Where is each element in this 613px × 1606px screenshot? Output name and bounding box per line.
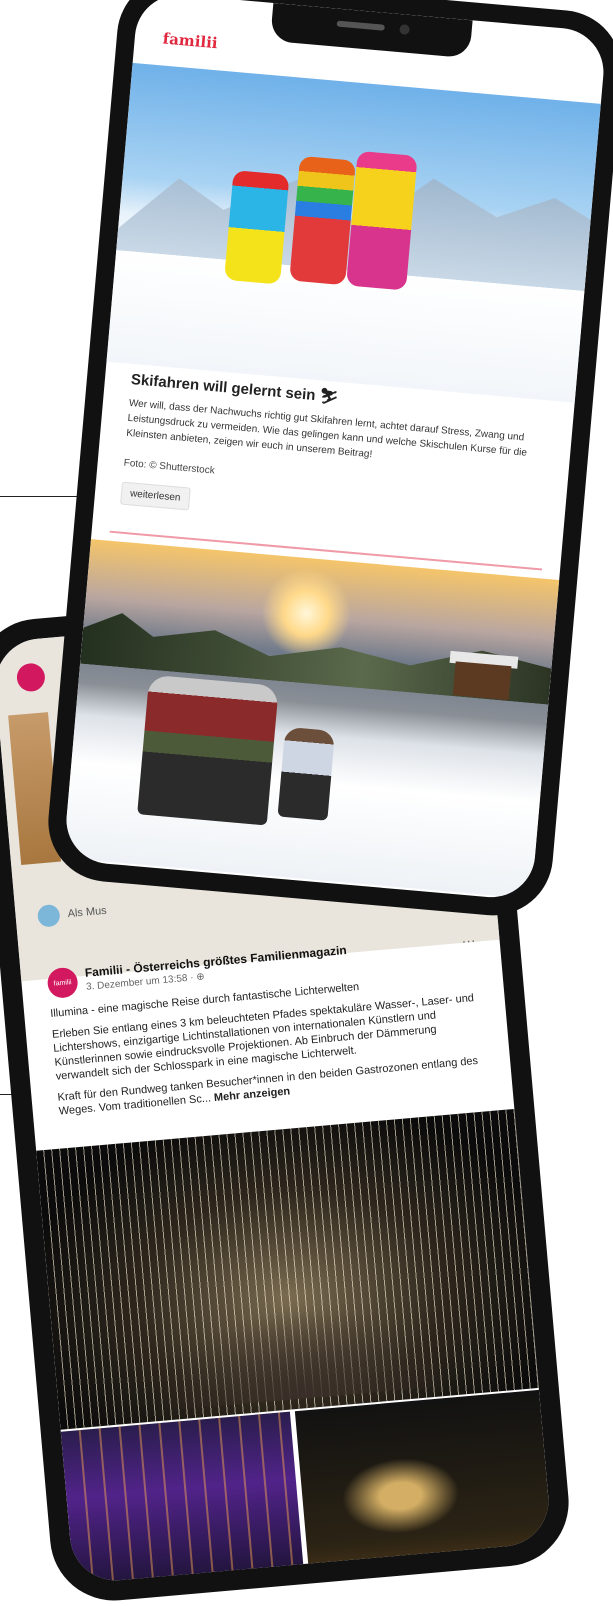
read-more-button[interactable]: weiterlesen bbox=[120, 481, 191, 511]
image-hut bbox=[452, 661, 512, 701]
avatar-label: familii bbox=[53, 978, 72, 988]
image-people-group bbox=[137, 674, 279, 826]
image-child-1 bbox=[224, 170, 290, 285]
more-options-icon[interactable]: ··· bbox=[461, 932, 476, 949]
comment-placeholder[interactable]: Als Mus bbox=[67, 905, 107, 920]
post-avatar[interactable]: familii bbox=[46, 966, 79, 1000]
front-phone-screen: familii Skifahren will gelernt sein ⛷ We… bbox=[62, 0, 608, 901]
image-child-2 bbox=[289, 155, 356, 286]
user-avatar bbox=[36, 903, 61, 928]
photo-credit: Foto: © Shutterstock bbox=[123, 457, 216, 477]
image-child-3 bbox=[346, 150, 418, 291]
globe-icon: ⊕ bbox=[195, 971, 206, 984]
camera-icon bbox=[399, 24, 410, 35]
phone-notch bbox=[270, 2, 473, 59]
familii-logo[interactable]: familii bbox=[162, 29, 218, 52]
front-phone: familii Skifahren will gelernt sein ⛷ We… bbox=[43, 0, 613, 921]
post-image-right[interactable] bbox=[295, 1389, 553, 1581]
skier-icon: ⛷ bbox=[318, 387, 340, 407]
post-image-left[interactable] bbox=[60, 1411, 306, 1585]
image-person-on-sled bbox=[277, 726, 336, 821]
speaker-grille bbox=[336, 20, 385, 31]
